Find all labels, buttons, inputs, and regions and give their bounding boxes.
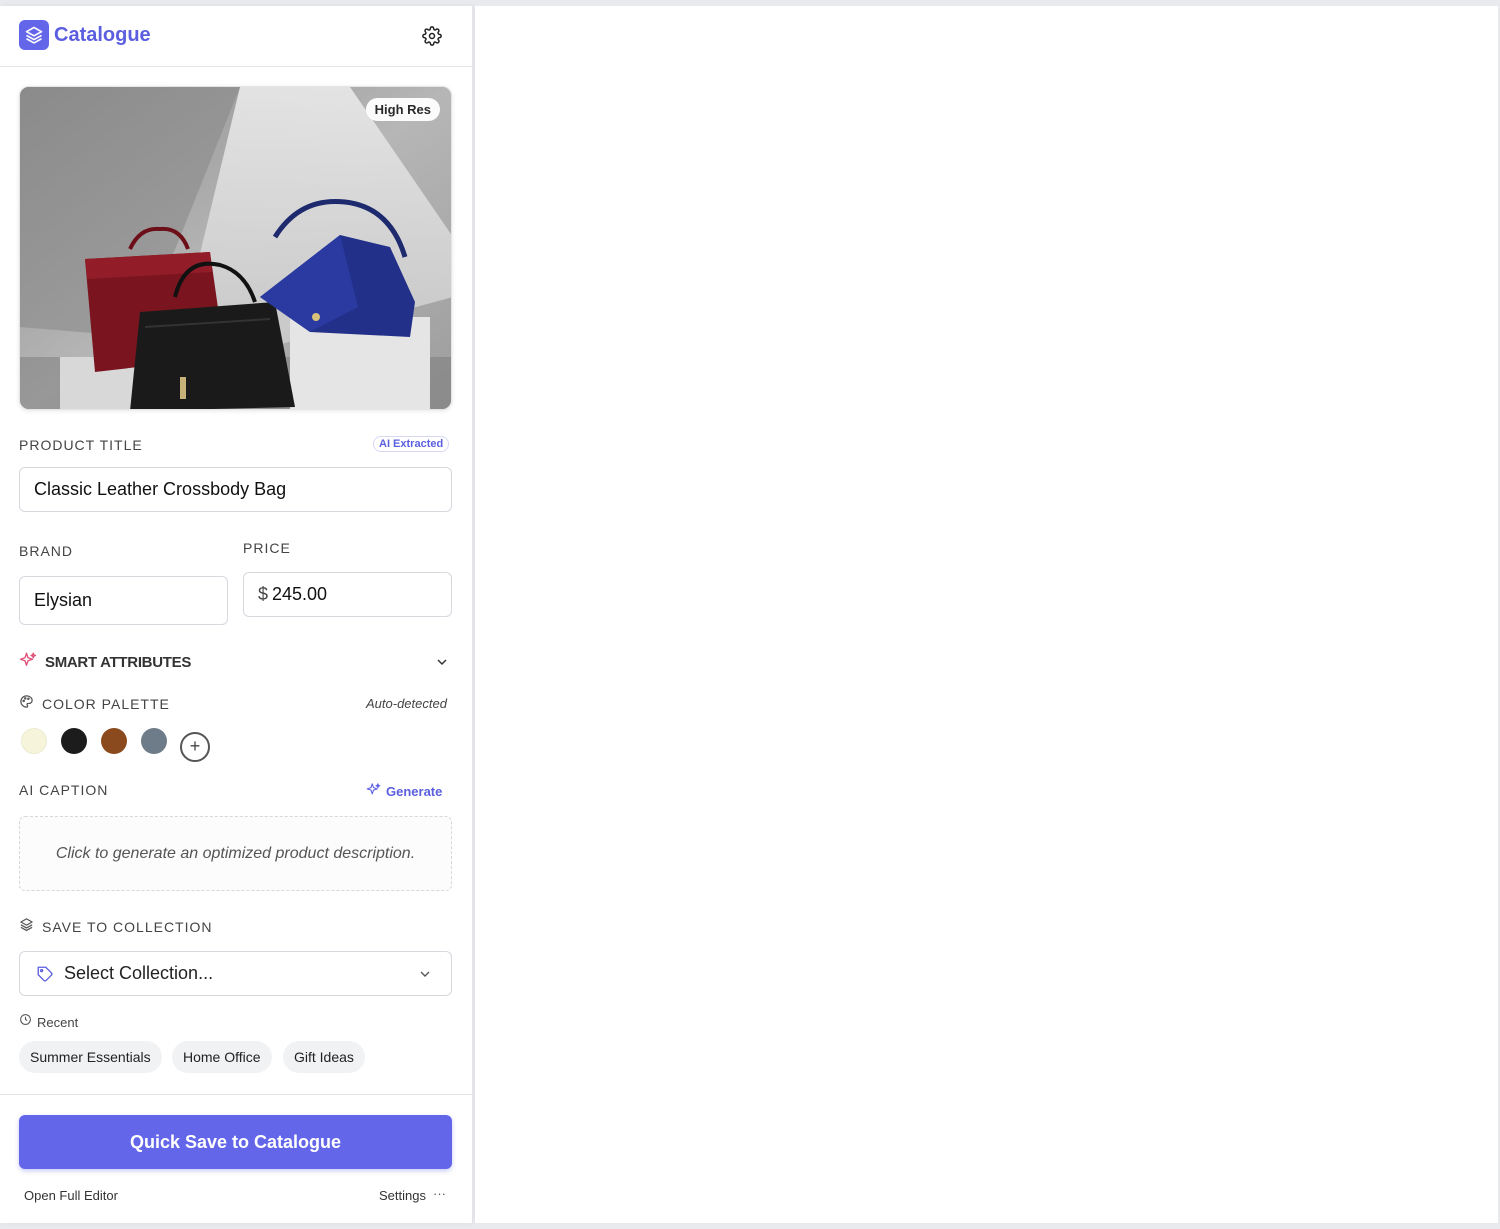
price-input[interactable] <box>272 584 451 605</box>
recent-collection-chip[interactable]: Home Office <box>172 1041 272 1073</box>
plus-icon: + <box>189 736 201 756</box>
more-icon[interactable]: ··· <box>433 1186 446 1201</box>
collection-select[interactable]: Select Collection... <box>19 951 452 996</box>
color-swatch[interactable] <box>61 728 87 754</box>
clock-icon <box>19 1013 32 1031</box>
price-label: PRICE <box>243 540 291 556</box>
price-field[interactable]: $ <box>243 572 452 617</box>
chevron-down-icon[interactable] <box>434 654 450 675</box>
handbags-photo <box>20 87 451 409</box>
settings-link[interactable]: Settings <box>379 1188 426 1203</box>
caption-placeholder: Click to generate an optimized product d… <box>55 844 416 862</box>
high-res-badge: High Res <box>365 98 440 121</box>
gear-icon[interactable] <box>420 24 444 48</box>
brand-field[interactable] <box>19 576 228 625</box>
color-palette-label: COLOR PALETTE <box>42 696 170 712</box>
recent-label: Recent <box>37 1014 79 1030</box>
collection-select-value: Select Collection... <box>64 963 214 983</box>
ai-caption-box[interactable]: Click to generate an optimized product d… <box>19 816 452 891</box>
save-to-collection-header: SAVE TO COLLECTION <box>19 917 213 937</box>
auto-detected-status: Auto-detected <box>366 696 447 711</box>
ai-extracted-badge: AI Extracted <box>373 436 450 452</box>
color-swatch[interactable] <box>101 728 127 754</box>
smart-attributes-toggle[interactable]: SMART ATTRIBUTES <box>19 651 191 674</box>
color-swatch[interactable] <box>141 728 167 754</box>
currency-symbol: $ <box>258 584 269 604</box>
footer-divider <box>0 1094 472 1095</box>
layers-icon <box>19 917 34 937</box>
recent-collection-chip[interactable]: Gift Ideas <box>283 1041 365 1073</box>
sparkle-icon <box>366 782 381 800</box>
chevron-down-icon <box>417 966 433 987</box>
palette-icon <box>19 694 34 714</box>
product-title-label: PRODUCT TITLE <box>19 437 143 453</box>
product-title-input[interactable] <box>34 479 451 500</box>
recent-collection-chip[interactable]: Summer Essentials <box>19 1041 162 1073</box>
panel-header: Catalogue <box>0 6 472 67</box>
layers-icon <box>19 20 49 50</box>
tag-icon <box>36 965 54 983</box>
open-full-editor-link[interactable]: Open Full Editor <box>24 1188 118 1203</box>
smart-attributes-label: SMART ATTRIBUTES <box>45 654 192 671</box>
brand-input[interactable] <box>34 590 227 611</box>
quick-save-button[interactable]: Quick Save to Catalogue <box>19 1115 452 1169</box>
catalogue-side-panel: Catalogue High Res PRODUCT TITLE AI Extr… <box>0 6 473 1223</box>
add-color-button[interactable]: + <box>180 732 210 762</box>
generate-label: Generate <box>386 783 443 799</box>
product-title-field[interactable] <box>19 467 452 512</box>
save-to-collection-label: SAVE TO COLLECTION <box>42 919 213 935</box>
product-image[interactable]: High Res <box>19 86 452 410</box>
generate-button[interactable]: Generate <box>366 782 442 800</box>
sparkle-icon <box>19 651 37 674</box>
app-title: Catalogue <box>54 24 151 46</box>
ai-caption-label: AI CAPTION <box>19 782 109 798</box>
brand-label: BRAND <box>19 543 74 559</box>
main-canvas <box>475 6 1498 1223</box>
color-swatch[interactable] <box>21 728 47 754</box>
color-palette-header: COLOR PALETTE <box>19 694 170 714</box>
recent-header: Recent <box>19 1013 78 1031</box>
